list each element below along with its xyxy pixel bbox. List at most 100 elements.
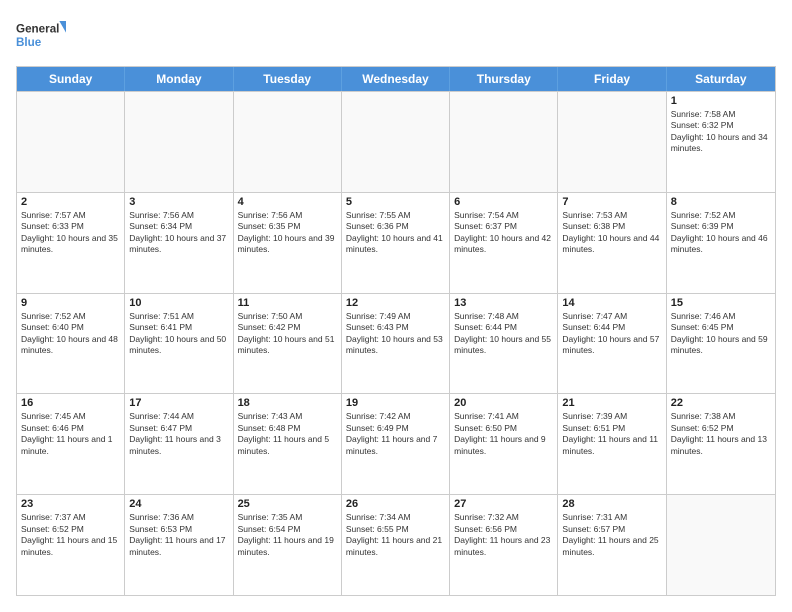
day-number: 25 — [238, 498, 337, 510]
day-info: Sunrise: 7:48 AM Sunset: 6:44 PM Dayligh… — [454, 311, 553, 357]
calendar-cell — [558, 92, 666, 192]
calendar-cell: 26 Sunrise: 7:34 AM Sunset: 6:55 PM Dayli… — [342, 495, 450, 595]
day-number: 17 — [129, 397, 228, 409]
page: General Blue SundayMondayTuesdayWednesda… — [0, 0, 792, 612]
day-info: Sunrise: 7:31 AM Sunset: 6:57 PM Dayligh… — [562, 512, 661, 558]
day-number: 28 — [562, 498, 661, 510]
logo-icon: General Blue — [16, 16, 66, 56]
calendar-cell: 5 Sunrise: 7:55 AM Sunset: 6:36 PM Daylig… — [342, 193, 450, 293]
day-number: 5 — [346, 196, 445, 208]
day-number: 15 — [671, 297, 771, 309]
day-number: 14 — [562, 297, 661, 309]
calendar-cell: 21 Sunrise: 7:39 AM Sunset: 6:51 PM Dayli… — [558, 394, 666, 494]
svg-text:Blue: Blue — [16, 36, 42, 49]
day-info: Sunrise: 7:41 AM Sunset: 6:50 PM Dayligh… — [454, 411, 553, 457]
day-number: 13 — [454, 297, 553, 309]
day-number: 24 — [129, 498, 228, 510]
svg-text:General: General — [16, 23, 59, 36]
day-number: 2 — [21, 196, 120, 208]
calendar-cell: 16Sunrise: 7:45 AM Sunset: 6:46 PM Dayli… — [17, 394, 125, 494]
day-number: 10 — [129, 297, 228, 309]
calendar-cell: 8Sunrise: 7:52 AM Sunset: 6:39 PM Daylig… — [667, 193, 775, 293]
calendar-cell: 28 Sunrise: 7:31 AM Sunset: 6:57 PM Dayli… — [558, 495, 666, 595]
calendar-cell: 27 Sunrise: 7:32 AM Sunset: 6:56 PM Dayli… — [450, 495, 558, 595]
day-number: 12 — [346, 297, 445, 309]
day-number: 9 — [21, 297, 120, 309]
day-info: Sunrise: 7:57 AM Sunset: 6:33 PM Dayligh… — [21, 210, 120, 256]
day-info: Sunrise: 7:56 AM Sunset: 6:35 PM Dayligh… — [238, 210, 337, 256]
day-number: 4 — [238, 196, 337, 208]
day-number: 1 — [671, 95, 771, 107]
day-info: Sunrise: 7:58 AM Sunset: 6:32 PM Dayligh… — [671, 109, 771, 155]
day-info: Sunrise: 7:42 AM Sunset: 6:49 PM Dayligh… — [346, 411, 445, 457]
day-info: Sunrise: 7:35 AM Sunset: 6:54 PM Dayligh… — [238, 512, 337, 558]
day-info: Sunrise: 7:53 AM Sunset: 6:38 PM Dayligh… — [562, 210, 661, 256]
day-number: 8 — [671, 196, 771, 208]
calendar-header-cell: Thursday — [450, 67, 558, 91]
calendar-cell: 10 Sunrise: 7:51 AM Sunset: 6:41 PM Dayli… — [125, 294, 233, 394]
calendar-cell: 12 Sunrise: 7:49 AM Sunset: 6:43 PM Dayli… — [342, 294, 450, 394]
day-info: Sunrise: 7:46 AM Sunset: 6:45 PM Dayligh… — [671, 311, 771, 357]
day-info: Sunrise: 7:32 AM Sunset: 6:56 PM Dayligh… — [454, 512, 553, 558]
calendar-cell: 13 Sunrise: 7:48 AM Sunset: 6:44 PM Dayli… — [450, 294, 558, 394]
calendar-cell: 17Sunrise: 7:44 AM Sunset: 6:47 PM Dayli… — [125, 394, 233, 494]
calendar-header-cell: Sunday — [17, 67, 125, 91]
day-number: 22 — [671, 397, 771, 409]
day-info: Sunrise: 7:56 AM Sunset: 6:34 PM Dayligh… — [129, 210, 228, 256]
day-info: Sunrise: 7:39 AM Sunset: 6:51 PM Dayligh… — [562, 411, 661, 457]
day-info: Sunrise: 7:49 AM Sunset: 6:43 PM Dayligh… — [346, 311, 445, 357]
calendar-cell: 22Sunrise: 7:38 AM Sunset: 6:52 PM Dayli… — [667, 394, 775, 494]
calendar-header-cell: Wednesday — [342, 67, 450, 91]
calendar-cell: 1 Sunrise: 7:58 AM Sunset: 6:32 PM Daylig… — [667, 92, 775, 192]
day-number: 26 — [346, 498, 445, 510]
day-info: Sunrise: 7:36 AM Sunset: 6:53 PM Dayligh… — [129, 512, 228, 558]
calendar-row: 16Sunrise: 7:45 AM Sunset: 6:46 PM Dayli… — [17, 393, 775, 494]
calendar: SundayMondayTuesdayWednesdayThursdayFrid… — [16, 66, 776, 596]
day-info: Sunrise: 7:34 AM Sunset: 6:55 PM Dayligh… — [346, 512, 445, 558]
calendar-cell: 20 Sunrise: 7:41 AM Sunset: 6:50 PM Dayli… — [450, 394, 558, 494]
header: General Blue — [16, 16, 776, 56]
calendar-row: 2 Sunrise: 7:57 AM Sunset: 6:33 PM Daylig… — [17, 192, 775, 293]
calendar-header-cell: Monday — [125, 67, 233, 91]
calendar-cell — [667, 495, 775, 595]
day-number: 7 — [562, 196, 661, 208]
calendar-header: SundayMondayTuesdayWednesdayThursdayFrid… — [17, 67, 775, 91]
calendar-row: 23Sunrise: 7:37 AM Sunset: 6:52 PM Dayli… — [17, 494, 775, 595]
day-info: Sunrise: 7:54 AM Sunset: 6:37 PM Dayligh… — [454, 210, 553, 256]
calendar-cell: 11Sunrise: 7:50 AM Sunset: 6:42 PM Dayli… — [234, 294, 342, 394]
day-number: 3 — [129, 196, 228, 208]
calendar-cell — [342, 92, 450, 192]
calendar-cell — [125, 92, 233, 192]
calendar-header-cell: Tuesday — [234, 67, 342, 91]
calendar-header-cell: Friday — [558, 67, 666, 91]
calendar-cell: 23Sunrise: 7:37 AM Sunset: 6:52 PM Dayli… — [17, 495, 125, 595]
calendar-cell — [450, 92, 558, 192]
calendar-cell — [234, 92, 342, 192]
day-info: Sunrise: 7:45 AM Sunset: 6:46 PM Dayligh… — [21, 411, 120, 457]
calendar-cell: 19 Sunrise: 7:42 AM Sunset: 6:49 PM Dayli… — [342, 394, 450, 494]
calendar-body: 1 Sunrise: 7:58 AM Sunset: 6:32 PM Daylig… — [17, 91, 775, 595]
calendar-cell: 4 Sunrise: 7:56 AM Sunset: 6:35 PM Daylig… — [234, 193, 342, 293]
calendar-row: 9Sunrise: 7:52 AM Sunset: 6:40 PM Daylig… — [17, 293, 775, 394]
logo: General Blue — [16, 16, 66, 56]
calendar-cell: 2 Sunrise: 7:57 AM Sunset: 6:33 PM Daylig… — [17, 193, 125, 293]
calendar-cell: 18Sunrise: 7:43 AM Sunset: 6:48 PM Dayli… — [234, 394, 342, 494]
day-number: 21 — [562, 397, 661, 409]
calendar-cell — [17, 92, 125, 192]
calendar-cell: 24 Sunrise: 7:36 AM Sunset: 6:53 PM Dayli… — [125, 495, 233, 595]
day-info: Sunrise: 7:51 AM Sunset: 6:41 PM Dayligh… — [129, 311, 228, 357]
calendar-header-cell: Saturday — [667, 67, 775, 91]
day-number: 27 — [454, 498, 553, 510]
calendar-row: 1 Sunrise: 7:58 AM Sunset: 6:32 PM Daylig… — [17, 91, 775, 192]
day-number: 19 — [346, 397, 445, 409]
day-info: Sunrise: 7:43 AM Sunset: 6:48 PM Dayligh… — [238, 411, 337, 457]
day-number: 6 — [454, 196, 553, 208]
day-number: 20 — [454, 397, 553, 409]
calendar-cell: 6 Sunrise: 7:54 AM Sunset: 6:37 PM Daylig… — [450, 193, 558, 293]
day-info: Sunrise: 7:55 AM Sunset: 6:36 PM Dayligh… — [346, 210, 445, 256]
day-info: Sunrise: 7:47 AM Sunset: 6:44 PM Dayligh… — [562, 311, 661, 357]
day-info: Sunrise: 7:50 AM Sunset: 6:42 PM Dayligh… — [238, 311, 337, 357]
day-number: 23 — [21, 498, 120, 510]
calendar-cell: 7 Sunrise: 7:53 AM Sunset: 6:38 PM Daylig… — [558, 193, 666, 293]
calendar-cell: 15 Sunrise: 7:46 AM Sunset: 6:45 PM Dayli… — [667, 294, 775, 394]
